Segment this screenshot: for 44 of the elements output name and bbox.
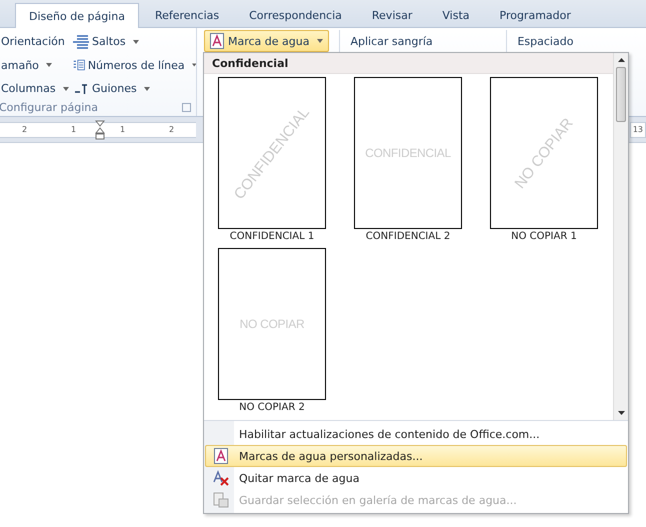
ribbon-tab[interactable]: Diseño de página [15, 3, 139, 28]
watermark-icon [210, 33, 224, 49]
save-gallery-icon [213, 492, 229, 508]
ribbon-tab[interactable]: Revisar [358, 3, 426, 27]
watermark-button[interactable]: Marca de agua [204, 30, 330, 52]
ruler-number: 1 [70, 125, 76, 134]
caret-icon [192, 63, 196, 68]
page-break-icon [73, 34, 89, 48]
scrollbar[interactable] [613, 53, 628, 420]
ribbon-tab[interactable]: Correspondencia [235, 3, 356, 27]
watermark-icon [214, 448, 228, 464]
caret-icon [317, 39, 324, 43]
hyphenation-icon [73, 82, 89, 96]
ribbon-command[interactable]: Números de línea [72, 56, 196, 74]
ribbon-command[interactable]: amaño [0, 56, 72, 74]
scroll-down-icon[interactable] [618, 411, 624, 415]
caret-icon [46, 63, 52, 68]
thumbnail-caption: NO COPIAR 1 [511, 231, 577, 242]
scroll-up-icon[interactable] [618, 58, 624, 62]
caret-icon [62, 86, 69, 91]
ruler-number: 1 [120, 125, 126, 134]
ribbon-command[interactable]: Guiones [72, 80, 196, 98]
section-header: Confidencial [204, 53, 613, 74]
caret-icon [144, 86, 150, 91]
thumbnail-caption: NO COPIAR 2 [239, 402, 305, 413]
menu-item[interactable]: Quitar marca de agua [205, 467, 627, 489]
caret-icon [132, 40, 139, 44]
ruler-number: 2 [168, 125, 174, 134]
ribbon-command[interactable]: Columnas [0, 80, 72, 98]
indent-marker-icon[interactable] [95, 120, 105, 140]
thumbnail-caption: CONFIDENCIAL 2 [366, 231, 450, 242]
line-numbers-icon [73, 58, 85, 72]
ribbon-tab[interactable]: Referencias [140, 3, 234, 27]
remove-watermark-icon [213, 470, 229, 486]
ruler-number: 2 [22, 125, 28, 134]
ribbon-command[interactable]: Saltos [72, 33, 196, 50]
menu-item[interactable]: Marcas de agua personalizadas... [205, 445, 627, 467]
menu-item[interactable]: Habilitar actualizaciones de contenido de Office.com... [205, 423, 627, 445]
thumbnail-caption: CONFIDENCIAL 1 [230, 231, 314, 242]
ribbon-tab[interactable]: Vista [428, 3, 484, 27]
ribbon-tab[interactable]: Programador [486, 3, 585, 27]
ruler-number: 13 [630, 122, 646, 138]
ribbon-command[interactable]: Orientación [0, 33, 72, 50]
scroll-thumb[interactable] [616, 67, 626, 122]
